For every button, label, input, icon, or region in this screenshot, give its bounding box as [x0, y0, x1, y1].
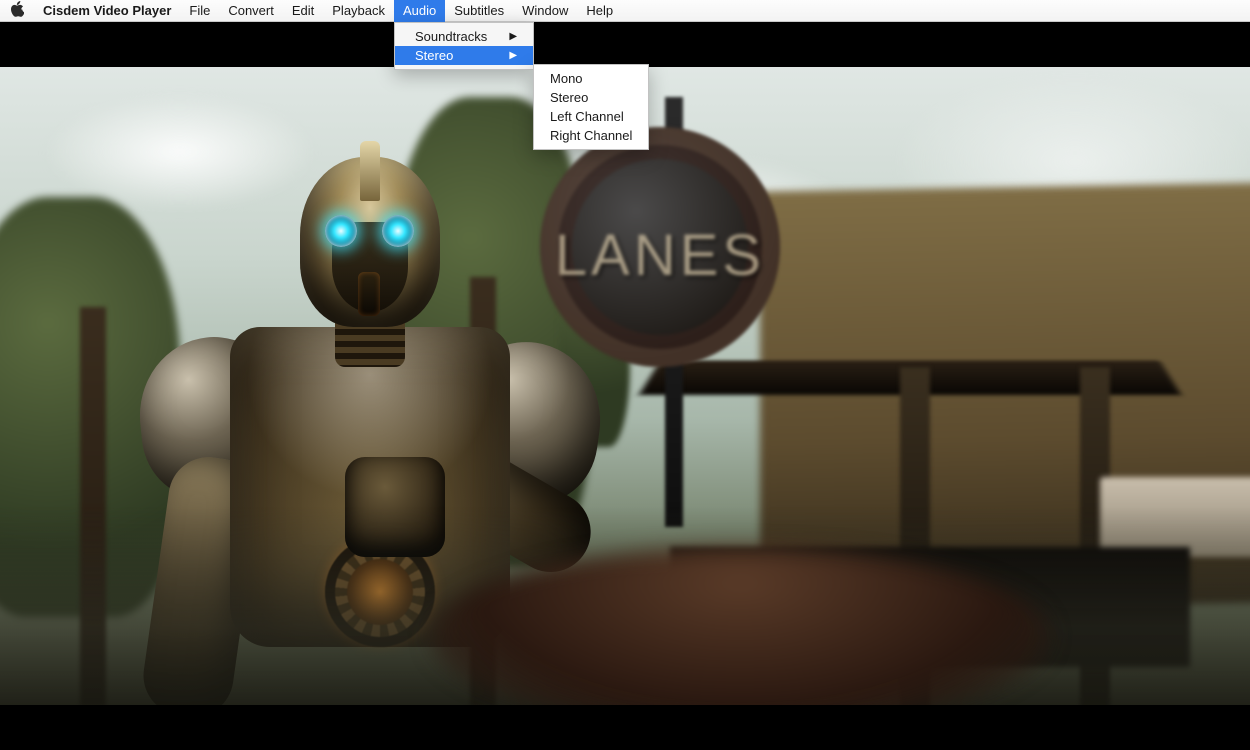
- submenu-arrow-icon: ▶: [509, 31, 517, 42]
- menu-edit[interactable]: Edit: [283, 0, 323, 22]
- menu-file[interactable]: File: [180, 0, 219, 22]
- menu-playback[interactable]: Playback: [323, 0, 394, 22]
- stereo-option-stereo[interactable]: Stereo: [534, 88, 648, 107]
- app-name[interactable]: Cisdem Video Player: [34, 0, 180, 22]
- menu-label: Stereo: [415, 48, 453, 63]
- menu-help[interactable]: Help: [577, 0, 622, 22]
- submenu-arrow-icon: ▶: [509, 50, 517, 61]
- letterbox-top: [0, 22, 1250, 67]
- audio-menu-soundtracks[interactable]: Soundtracks ▶: [395, 27, 533, 46]
- menu-convert[interactable]: Convert: [219, 0, 283, 22]
- stereo-submenu: Mono Stereo Left Channel Right Channel: [533, 64, 649, 150]
- menu-audio[interactable]: Audio: [394, 0, 445, 22]
- robot-eye: [325, 215, 357, 247]
- menu-label: Soundtracks: [415, 29, 487, 44]
- audio-dropdown: Soundtracks ▶ Stereo ▶ Mono Stereo Left …: [394, 22, 534, 70]
- menubar: Cisdem Video Player File Convert Edit Pl…: [0, 0, 1250, 22]
- video-frame: LANES: [0, 67, 1250, 707]
- robot-head-crest: [360, 141, 380, 201]
- stereo-option-right-channel[interactable]: Right Channel: [534, 126, 648, 145]
- menu-subtitles[interactable]: Subtitles: [445, 0, 513, 22]
- stereo-option-left-channel[interactable]: Left Channel: [534, 107, 648, 126]
- apple-logo-icon[interactable]: [10, 1, 24, 20]
- robot-mouth: [358, 272, 380, 316]
- audio-menu-stereo[interactable]: Stereo ▶ Mono Stereo Left Channel Right …: [395, 46, 533, 65]
- robot-eye: [382, 215, 414, 247]
- menu-window[interactable]: Window: [513, 0, 577, 22]
- stereo-option-mono[interactable]: Mono: [534, 69, 648, 88]
- letterbox-bottom: [0, 705, 1250, 750]
